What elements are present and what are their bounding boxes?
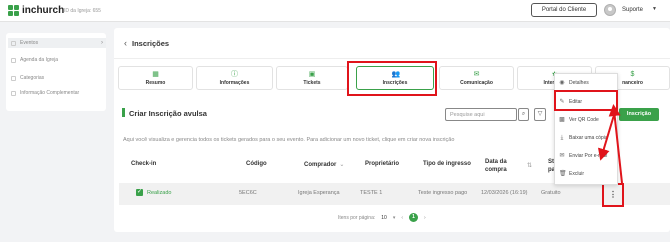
sidebar-item-categorias[interactable]: Categorias: [11, 75, 106, 81]
menu-item-download[interactable]: ⤓ Baixar uma cópia: [559, 135, 608, 141]
pagination: Itens por página: 10 ▾ ‹ 1 ›: [338, 213, 426, 222]
header-owner[interactable]: Proprietário: [365, 161, 399, 167]
chevron-right-icon: ›: [101, 40, 103, 46]
menu-item-label: Baixar uma cópia: [569, 135, 608, 141]
menu-item-email[interactable]: ✉ Enviar Por e-mail: [559, 153, 607, 159]
page-current[interactable]: 1: [409, 213, 418, 222]
grid-icon: ▦: [152, 71, 159, 78]
tab-label: nanceiro: [622, 80, 643, 86]
checkbox-checked-icon[interactable]: ✓: [136, 189, 143, 196]
caret-down-icon[interactable]: ▼: [652, 6, 657, 12]
page-header: ‹ Inscrições: [124, 38, 169, 48]
back-chevron-icon[interactable]: ‹: [124, 38, 127, 48]
money-icon: $: [630, 71, 635, 78]
qr-icon: ▩: [559, 117, 565, 123]
tab-label: Tickets: [303, 80, 321, 86]
header-buyer[interactable]: Comprador ⌄: [304, 161, 344, 168]
tab-tickets[interactable]: ▣ Tickets: [276, 66, 348, 90]
calendar-icon: [11, 41, 16, 46]
section-title: Criar Inscrição avulsa: [129, 109, 207, 118]
menu-item-label: Enviar Por e-mail: [569, 153, 608, 159]
per-page-label: Itens por página:: [338, 214, 376, 221]
info-icon: ⓘ: [231, 71, 238, 78]
chat-icon: ✉: [473, 71, 480, 78]
highlight-box-editar: [554, 90, 618, 111]
search-icon[interactable]: ⌕: [518, 108, 529, 121]
menu-item-label: Ver QR Code: [569, 117, 599, 123]
tab-label: Informações: [219, 80, 250, 86]
logo-text: inchurch: [22, 5, 65, 16]
ticket-icon: ▣: [308, 71, 316, 78]
menu-item-label: Detalhes: [569, 80, 589, 86]
eye-icon: ◉: [559, 80, 565, 86]
divider: [114, 58, 670, 59]
mail-icon: ✉: [559, 153, 565, 159]
page-title: Inscrições: [132, 38, 170, 48]
sidebar-item-informacao[interactable]: Informação Complementar: [11, 90, 81, 96]
per-page-select[interactable]: 10: [381, 215, 387, 221]
header-type[interactable]: Tipo de ingresso: [423, 161, 471, 167]
cell-type: Teste ingresso pago: [418, 190, 468, 196]
header-date[interactable]: Data da compra: [485, 158, 507, 174]
top-bar: inchurch ID da Igreja: 655 Portal do Cli…: [0, 0, 670, 22]
section-description: Aqui você visualiza e gerencia todos os …: [123, 137, 455, 143]
sidebar-item-eventos[interactable]: Eventos ›: [8, 38, 106, 48]
highlight-box-tab: [347, 61, 437, 96]
cell-code: 5EC6C: [239, 190, 257, 196]
new-inscription-button[interactable]: Inscrição: [619, 108, 659, 121]
search-input[interactable]: Pesquise aqui: [445, 108, 517, 121]
category-icon: [11, 76, 16, 81]
logo[interactable]: inchurch: [8, 5, 64, 16]
cell-status: Gratuito: [541, 190, 561, 196]
agenda-icon: [11, 58, 16, 63]
church-id: ID da Igreja: 655: [64, 8, 101, 14]
highlight-box-kebab: [602, 183, 624, 207]
cell-buyer: Igreja Esperança: [298, 190, 340, 196]
sidebar-item-label: Informação Complementar: [20, 90, 80, 96]
next-page-icon[interactable]: ›: [424, 215, 426, 221]
menu-item-excluir[interactable]: 🗑 Excluir: [559, 171, 584, 177]
info-icon: [11, 91, 16, 96]
cell-owner: TESTE 1: [360, 190, 383, 196]
sidebar-item-label: Eventos: [20, 40, 39, 46]
menu-item-qrcode[interactable]: ▩ Ver QR Code: [559, 117, 599, 123]
filter-icon[interactable]: ▽: [534, 108, 546, 121]
sidebar-item-label: Agenda da Igreja: [20, 57, 59, 63]
caret-down-icon[interactable]: ▾: [393, 215, 396, 221]
header-code[interactable]: Código: [246, 161, 267, 167]
tab-resumo[interactable]: ▦ Resumo: [118, 66, 193, 90]
tab-informacoes[interactable]: ⓘ Informações: [196, 66, 273, 90]
logo-icon: [8, 5, 19, 16]
cell-checkin: Realizado: [147, 190, 172, 196]
menu-item-label: Excluir: [569, 171, 585, 177]
table-row[interactable]: [119, 183, 670, 205]
section-accent: [122, 108, 125, 117]
tab-label: Comunicação: [460, 80, 493, 86]
sidebar: Eventos › Agenda da Igreja Categorias In…: [6, 33, 106, 111]
sidebar-item-label: Categorias: [20, 75, 45, 81]
user-menu-label[interactable]: Suporte: [622, 7, 643, 13]
tab-label: Resumo: [145, 80, 166, 86]
cell-date: 12/03/2026 (16:19): [481, 190, 528, 196]
sort-icon[interactable]: ⇅: [524, 162, 532, 169]
portal-button[interactable]: Portal do Cliente: [531, 3, 597, 17]
download-icon: ⤓: [560, 135, 564, 141]
avatar[interactable]: [604, 4, 616, 16]
sidebar-item-agenda[interactable]: Agenda da Igreja: [11, 57, 106, 63]
sort-icon[interactable]: ⌄: [339, 162, 344, 168]
prev-page-icon[interactable]: ‹: [401, 215, 403, 221]
header-checkin[interactable]: Check-in: [131, 161, 156, 167]
menu-item-detalhes[interactable]: ◉ Detalhes: [559, 80, 589, 86]
trash-icon: 🗑: [559, 171, 567, 177]
tab-comunicacao[interactable]: ✉ Comunicação: [439, 66, 514, 90]
